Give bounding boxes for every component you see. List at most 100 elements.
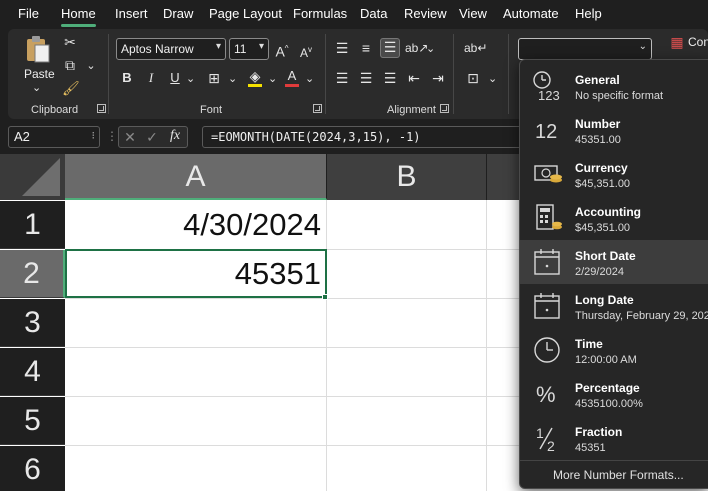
currency-icon bbox=[532, 158, 564, 190]
tab-help[interactable]: Help bbox=[575, 6, 602, 21]
format-name: Currency bbox=[575, 161, 628, 175]
italic-icon[interactable]: I bbox=[144, 70, 158, 86]
alignment-dialog-launcher-icon[interactable] bbox=[440, 104, 449, 113]
format-sample: $45,351.00 bbox=[575, 178, 631, 190]
borders-chevron-icon[interactable]: ⌄ bbox=[228, 71, 237, 87]
group-divider bbox=[108, 34, 109, 114]
more-number-formats-link[interactable]: More Number Formats... bbox=[520, 460, 708, 488]
select-all-button[interactable] bbox=[0, 154, 65, 200]
svg-text:123: 123 bbox=[538, 88, 560, 102]
tab-file[interactable]: File bbox=[18, 6, 39, 21]
format-option-currency[interactable]: Currency $45,351.00 bbox=[520, 152, 708, 196]
align-right-icon[interactable]: ☰ bbox=[382, 70, 398, 86]
fill-color-chevron-icon[interactable]: ⌄ bbox=[268, 71, 277, 87]
merge-chevron-icon[interactable]: ⌄ bbox=[488, 71, 497, 87]
align-left-icon[interactable]: ☰ bbox=[334, 70, 350, 86]
format-option-accounting[interactable]: Accounting $45,351.00 bbox=[520, 196, 708, 240]
align-top-icon[interactable]: ☰ bbox=[334, 40, 350, 56]
copy-options-chevron-icon[interactable]: ⌄ bbox=[86, 58, 96, 74]
column-header-b[interactable]: B bbox=[327, 154, 487, 200]
column-header-a[interactable]: A bbox=[65, 154, 327, 200]
bold-icon[interactable]: B bbox=[120, 70, 134, 86]
calendar-icon bbox=[532, 246, 564, 278]
number-format-combo[interactable]: ⌄ bbox=[518, 38, 652, 60]
format-option-fraction[interactable]: 12 Fraction 45351 bbox=[520, 416, 708, 460]
fill-color-button[interactable]: ◈ bbox=[246, 68, 264, 88]
format-option-general[interactable]: 123 General No specific format bbox=[520, 64, 708, 108]
font-name-combo[interactable]: Aptos Narrow ▾ bbox=[116, 38, 226, 60]
format-option-time[interactable]: Time 12:00:00 AM bbox=[520, 328, 708, 372]
clock-icon bbox=[532, 334, 564, 366]
number-format-dropdown: 123 General No specific format 12 Number… bbox=[519, 59, 708, 489]
font-dialog-launcher-icon[interactable] bbox=[313, 104, 322, 113]
format-sample: 45351 bbox=[575, 442, 606, 454]
name-box[interactable]: A2 ⁝ bbox=[8, 126, 100, 148]
orientation-chevron-icon[interactable]: ⌄ bbox=[426, 41, 435, 57]
tab-home[interactable]: Home bbox=[61, 6, 96, 27]
decrease-font-size-icon[interactable]: Av bbox=[298, 42, 314, 61]
formula-bar-divider-icon: ⋮ bbox=[106, 129, 118, 143]
wrap-text-icon[interactable]: ab↵ bbox=[464, 40, 487, 56]
format-sample: 4535100.00% bbox=[575, 398, 643, 410]
decrease-indent-icon[interactable]: ⇤ bbox=[406, 70, 422, 86]
cell-a1[interactable]: 4/30/2024 bbox=[65, 201, 327, 249]
tab-review[interactable]: Review bbox=[404, 6, 447, 21]
formula-input[interactable]: =EOMONTH(DATE(2024,3,15), -1) bbox=[202, 126, 532, 148]
general-123-icon: 123 bbox=[532, 70, 564, 103]
clipboard-group-label: Clipboard bbox=[31, 104, 79, 116]
format-name: Fraction bbox=[575, 425, 623, 439]
cancel-icon[interactable]: ✕ bbox=[123, 129, 137, 145]
chevron-down-icon: ▾ bbox=[258, 41, 264, 52]
chevron-down-icon: ⌄ bbox=[638, 41, 647, 52]
group-divider bbox=[453, 34, 454, 114]
insert-function-icon[interactable]: fx bbox=[167, 128, 183, 144]
cut-icon[interactable]: ✂ bbox=[62, 34, 78, 50]
font-size-combo[interactable]: 11 ▾ bbox=[229, 38, 269, 60]
row-header-5[interactable]: 5 bbox=[0, 397, 65, 445]
font-name-value: Aptos Narrow bbox=[121, 42, 194, 56]
row-header-4[interactable]: 4 bbox=[0, 348, 65, 396]
underline-chevron-icon[interactable]: ⌄ bbox=[186, 71, 195, 87]
align-middle-icon[interactable]: ≡ bbox=[358, 40, 374, 56]
accounting-icon bbox=[532, 202, 564, 234]
merge-center-icon[interactable]: ⊡ bbox=[464, 70, 482, 86]
underline-icon[interactable]: U bbox=[168, 70, 182, 86]
fill-handle[interactable] bbox=[322, 294, 328, 300]
copy-icon[interactable]: ⧉ bbox=[62, 57, 78, 73]
row-header-1[interactable]: 1 bbox=[0, 201, 65, 249]
tab-page-layout[interactable]: Page Layout bbox=[209, 6, 282, 21]
borders-icon[interactable]: ⊞ bbox=[206, 70, 222, 86]
format-name: Time bbox=[575, 337, 603, 351]
tab-draw[interactable]: Draw bbox=[163, 6, 193, 21]
fraction-icon: 12 bbox=[532, 422, 564, 454]
tab-view[interactable]: View bbox=[459, 6, 487, 21]
font-color-chevron-icon[interactable]: ⌄ bbox=[305, 71, 314, 87]
conditional-formatting-icon[interactable]: ▦ bbox=[669, 34, 685, 50]
orientation-icon[interactable]: ab↗ bbox=[405, 40, 428, 56]
format-painter-icon[interactable]: 🖌 bbox=[62, 80, 80, 96]
font-color-button[interactable]: A bbox=[283, 68, 301, 88]
clipboard-dialog-launcher-icon[interactable] bbox=[97, 104, 106, 113]
align-center-icon[interactable]: ☰ bbox=[358, 70, 374, 86]
format-option-short-date[interactable]: Short Date 2/29/2024 bbox=[520, 240, 708, 284]
enter-icon[interactable]: ✓ bbox=[145, 129, 159, 145]
row-header-2[interactable]: 2 bbox=[0, 250, 65, 298]
row-header-6[interactable]: 6 bbox=[0, 446, 65, 491]
format-option-percentage[interactable]: % Percentage 4535100.00% bbox=[520, 372, 708, 416]
row-header-3[interactable]: 3 bbox=[0, 299, 65, 347]
tab-insert[interactable]: Insert bbox=[115, 6, 148, 21]
tab-formulas[interactable]: Formulas bbox=[293, 6, 347, 21]
increase-indent-icon[interactable]: ⇥ bbox=[430, 70, 446, 86]
format-sample: No specific format bbox=[575, 90, 664, 102]
align-bottom-icon[interactable]: ☰ bbox=[380, 38, 400, 58]
paste-label: Paste bbox=[24, 67, 55, 81]
paste-button[interactable]: Paste ⌄ bbox=[20, 34, 56, 94]
format-option-number[interactable]: 12 Number 45351.00 bbox=[520, 108, 708, 152]
conditional-formatting-label[interactable]: Con bbox=[688, 35, 708, 49]
format-name: Number bbox=[575, 117, 621, 131]
format-option-long-date[interactable]: Long Date Thursday, February 29, 2024 bbox=[520, 284, 708, 328]
tab-automate[interactable]: Automate bbox=[503, 6, 559, 21]
name-box-more-icon[interactable]: ⁝ bbox=[92, 129, 96, 142]
tab-data[interactable]: Data bbox=[360, 6, 387, 21]
increase-font-size-icon[interactable]: A^ bbox=[274, 41, 290, 60]
